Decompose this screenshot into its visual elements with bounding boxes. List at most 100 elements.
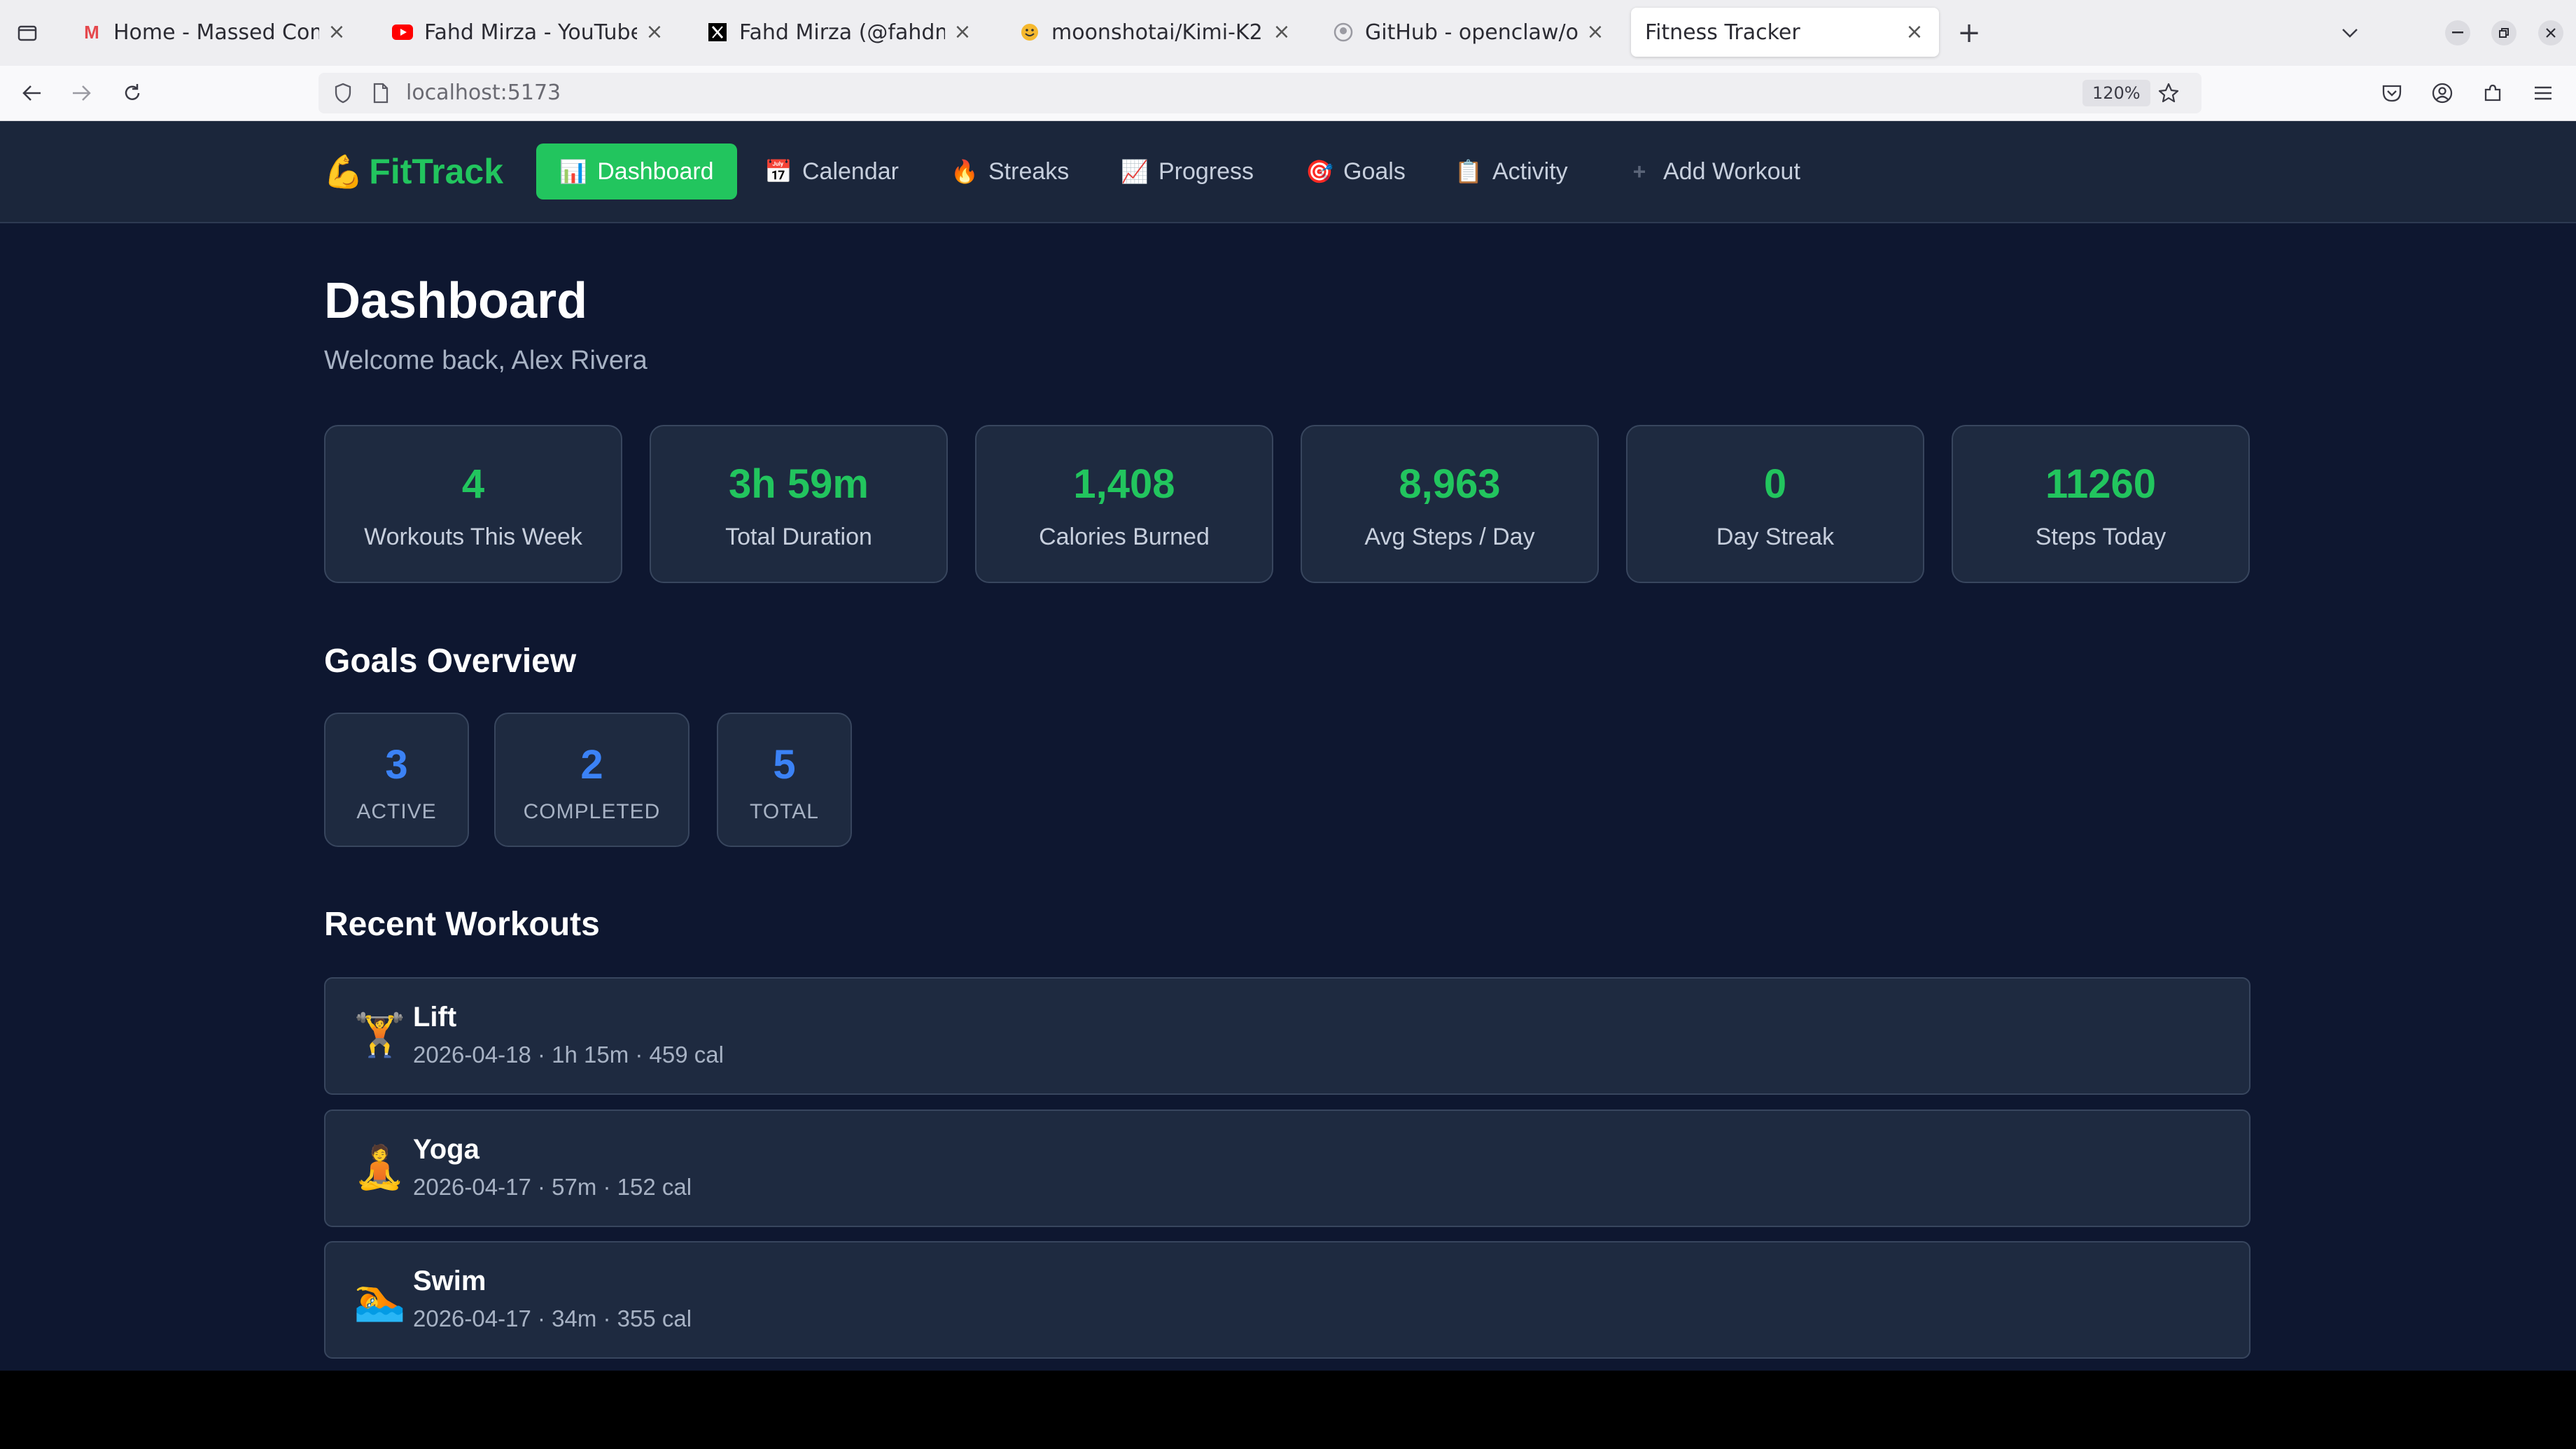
stat-value: 4 bbox=[461, 461, 485, 507]
address-bar[interactable]: localhost:5173 120% bbox=[318, 73, 2202, 113]
url-text[interactable]: localhost:5173 bbox=[406, 73, 561, 113]
nav-activity[interactable]: 📋 Activity bbox=[1455, 144, 1568, 200]
browser-tab[interactable]: GitHub - openclaw/open × bbox=[1319, 8, 1620, 57]
stat-card-day-streak: 0 Day Streak bbox=[1626, 425, 1924, 583]
massed-compute-favicon-icon: M bbox=[84, 21, 99, 43]
goals-overview-heading: Goals Overview bbox=[324, 643, 577, 680]
nav-progress[interactable]: 📈 Progress bbox=[1121, 144, 1254, 200]
minimize-icon[interactable] bbox=[2445, 20, 2470, 46]
pocket-icon[interactable] bbox=[2377, 78, 2407, 108]
reload-icon[interactable] bbox=[118, 78, 147, 108]
browser-toolbar: localhost:5173 120% bbox=[0, 66, 2576, 121]
stat-label: Avg Steps / Day bbox=[1364, 524, 1535, 550]
goal-label: ACTIVE bbox=[356, 800, 437, 823]
restore-icon[interactable] bbox=[2491, 20, 2516, 46]
goal-label: TOTAL bbox=[750, 800, 819, 823]
browser-tab[interactable]: M Home - Massed Compute × bbox=[67, 8, 361, 57]
zoom-level-badge[interactable]: 120% bbox=[2082, 80, 2150, 106]
x-favicon-icon bbox=[707, 22, 728, 43]
workout-row[interactable]: 🧘 Yoga 2026-04-17 · 57m · 152 cal bbox=[324, 1110, 2250, 1227]
bar-chart-icon: 📊 bbox=[559, 159, 588, 184]
screen: M Home - Massed Compute × Fahd Mirza - Y… bbox=[0, 0, 2576, 1449]
account-icon[interactable] bbox=[2428, 78, 2457, 108]
hamburger-menu-icon[interactable] bbox=[2528, 78, 2558, 108]
swimmer-icon: 🏊 bbox=[354, 1275, 406, 1324]
stat-card-workouts-this-week: 4 Workouts This Week bbox=[324, 425, 622, 583]
forward-icon[interactable] bbox=[67, 78, 97, 108]
tab-title: GitHub - openclaw/open bbox=[1365, 20, 1578, 45]
workout-details: 2026-04-18 · 1h 15m · 459 cal bbox=[413, 1042, 724, 1068]
close-icon[interactable]: × bbox=[1271, 22, 1292, 43]
window-close-icon[interactable] bbox=[2538, 20, 2563, 46]
page-title: Dashboard bbox=[324, 273, 588, 329]
huggingface-favicon-icon bbox=[1019, 22, 1040, 43]
nav-add-workout[interactable]: + Add Workout bbox=[1625, 144, 1800, 200]
close-icon[interactable]: × bbox=[952, 22, 973, 43]
stat-label: Workouts This Week bbox=[364, 524, 582, 550]
nav-dashboard[interactable]: 📊 Dashboard bbox=[536, 144, 737, 200]
workout-row[interactable]: 🏊 Swim 2026-04-17 · 34m · 355 cal bbox=[324, 1241, 2250, 1359]
welcome-message: Welcome back, Alex Rivera bbox=[324, 346, 648, 375]
fittrack-app: 💪 FitTrack 📊 Dashboard 📅 Calendar 🔥 Stre… bbox=[0, 121, 2576, 1371]
back-icon[interactable] bbox=[17, 78, 46, 108]
calendar-icon: 📅 bbox=[764, 159, 792, 184]
weightlifter-icon: 🏋 bbox=[354, 1011, 406, 1060]
github-favicon-icon bbox=[1333, 22, 1354, 43]
stat-label: Calories Burned bbox=[1039, 524, 1210, 550]
stat-card-steps-today: 11260 Steps Today bbox=[1952, 425, 2250, 583]
tab-title: Fahd Mirza - YouTube bbox=[424, 20, 637, 45]
yoga-pose-icon: 🧘 bbox=[354, 1143, 406, 1192]
goal-value: 2 bbox=[580, 742, 603, 788]
close-icon[interactable]: × bbox=[644, 22, 665, 43]
browser-tab[interactable]: Fahd Mirza - YouTube × bbox=[378, 8, 679, 57]
plus-icon: + bbox=[1632, 158, 1646, 184]
extensions-icon[interactable] bbox=[2478, 78, 2507, 108]
workout-name: Lift bbox=[413, 1002, 457, 1032]
flexed-biceps-icon: 💪 bbox=[323, 153, 364, 190]
goal-card-active: 3 ACTIVE bbox=[324, 713, 469, 847]
page-info-icon[interactable] bbox=[366, 78, 396, 108]
goal-label: COMPLETED bbox=[523, 800, 661, 823]
tab-title: Fitness Tracker bbox=[1645, 20, 1800, 45]
close-icon[interactable]: × bbox=[1904, 22, 1925, 43]
stat-value: 0 bbox=[1763, 461, 1787, 507]
stat-value: 11260 bbox=[2045, 461, 2157, 507]
nav-goals[interactable]: 🎯 Goals bbox=[1306, 144, 1406, 200]
nav-streaks[interactable]: 🔥 Streaks bbox=[951, 144, 1069, 200]
brand-logo[interactable]: 💪 FitTrack bbox=[323, 146, 503, 197]
tab-title: Home - Massed Compute bbox=[113, 20, 319, 45]
new-tab-icon[interactable]: + bbox=[1954, 17, 1984, 49]
chevron-down-icon[interactable] bbox=[2335, 18, 2365, 48]
nav-label: Calendar bbox=[802, 158, 899, 185]
workout-row[interactable]: 🏋 Lift 2026-04-18 · 1h 15m · 459 cal bbox=[324, 977, 2250, 1095]
stat-label: Total Duration bbox=[725, 524, 872, 550]
close-icon[interactable]: × bbox=[326, 22, 347, 43]
fire-icon: 🔥 bbox=[951, 159, 979, 184]
goal-value: 5 bbox=[773, 742, 796, 788]
tab-overview-icon[interactable] bbox=[13, 18, 42, 48]
goal-card-completed: 2 COMPLETED bbox=[494, 713, 690, 847]
nav-label: Streaks bbox=[988, 158, 1070, 185]
browser-tab[interactable]: Fahd Mirza (@fahdmirza) × bbox=[693, 8, 987, 57]
nav-label: Dashboard bbox=[597, 158, 714, 185]
nav-label: Progress bbox=[1158, 158, 1254, 185]
close-icon[interactable]: × bbox=[1585, 22, 1606, 43]
workout-name: Yoga bbox=[413, 1134, 479, 1165]
nav-calendar[interactable]: 📅 Calendar bbox=[764, 144, 899, 200]
nav-label: Activity bbox=[1492, 158, 1568, 185]
stat-label: Day Streak bbox=[1716, 524, 1835, 550]
workout-details: 2026-04-17 · 34m · 355 cal bbox=[413, 1306, 692, 1331]
bookmark-star-icon[interactable] bbox=[2154, 78, 2183, 108]
tab-title: Fahd Mirza (@fahdmirza) bbox=[739, 20, 945, 45]
browser-tab-active[interactable]: Fitness Tracker × bbox=[1631, 8, 1939, 57]
shield-icon[interactable] bbox=[328, 78, 358, 108]
workout-name: Swim bbox=[413, 1266, 486, 1296]
desktop-bottom-band bbox=[0, 1371, 2576, 1449]
nav-label: Add Workout bbox=[1663, 158, 1800, 185]
stat-card-avg-steps: 8,963 Avg Steps / Day bbox=[1301, 425, 1599, 583]
stat-card-calories-burned: 1,408 Calories Burned bbox=[975, 425, 1273, 583]
workout-details: 2026-04-17 · 57m · 152 cal bbox=[413, 1174, 692, 1200]
brand-name: FitTrack bbox=[369, 152, 504, 191]
goal-card-total: 5 TOTAL bbox=[717, 713, 852, 847]
browser-tab[interactable]: moonshotai/Kimi-K2.6 · H × bbox=[1005, 8, 1306, 57]
